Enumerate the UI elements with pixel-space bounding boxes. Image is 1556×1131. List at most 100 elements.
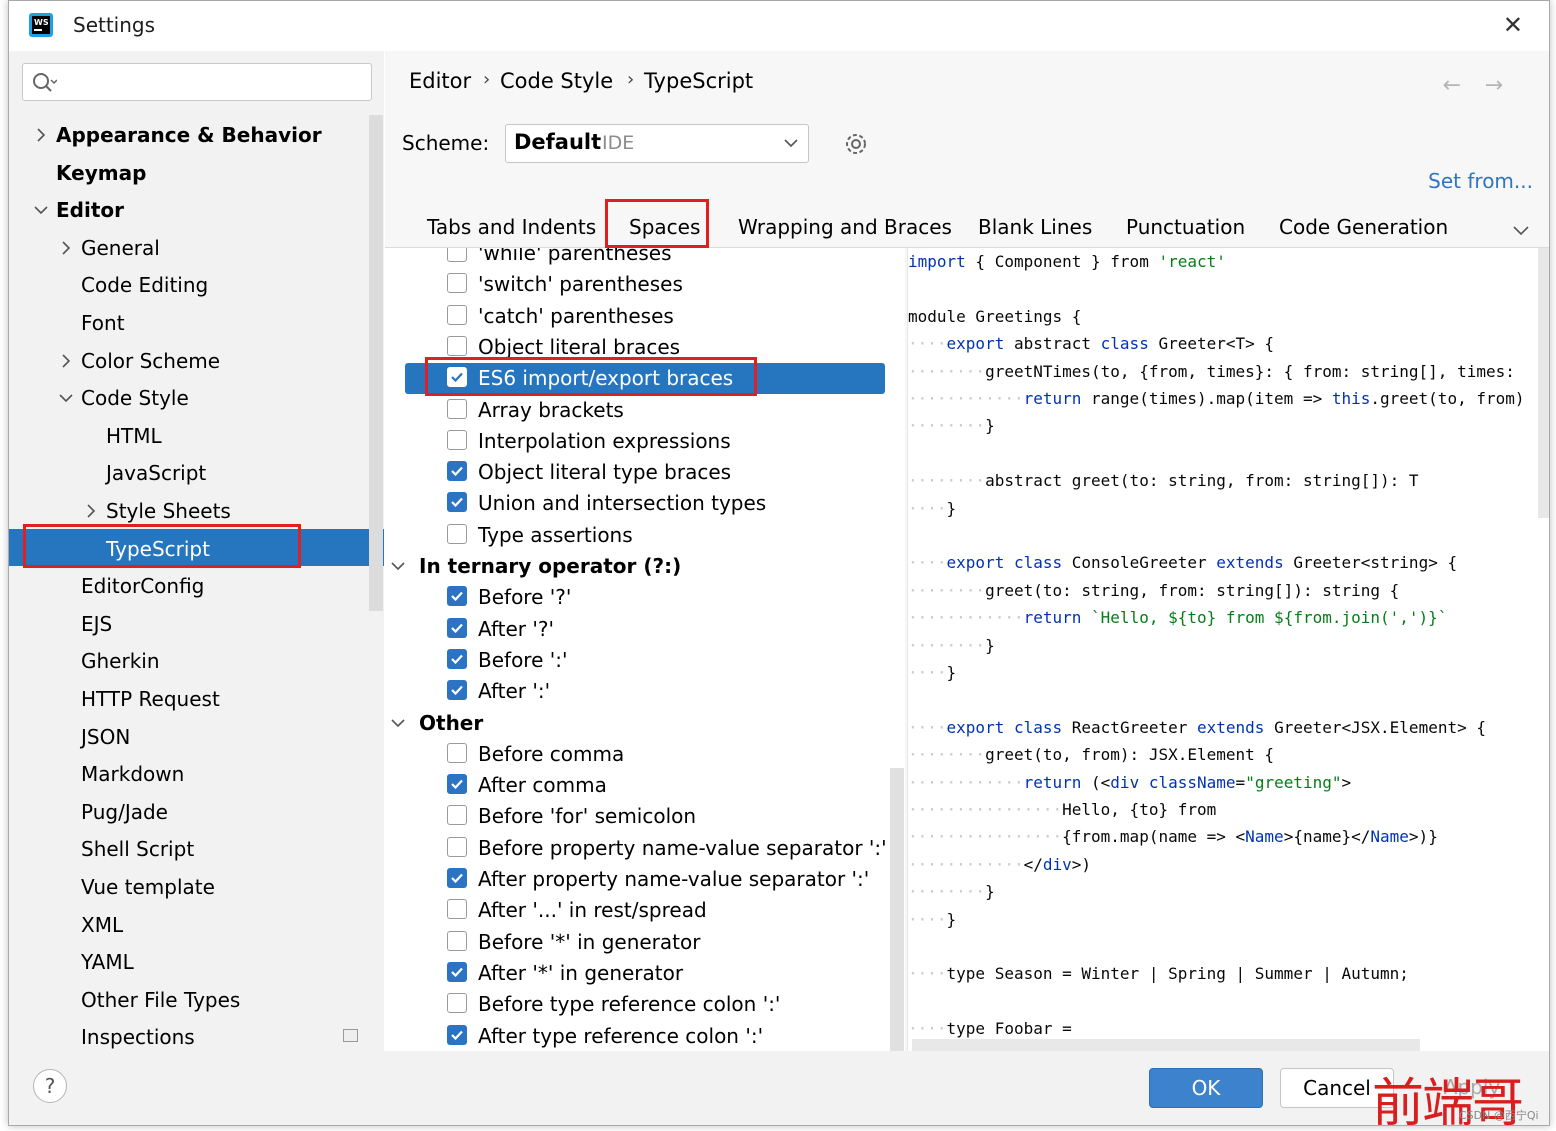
sidebar-item-http-request[interactable]: HTTP Request	[81, 681, 220, 717]
checkbox-checked[interactable]	[447, 961, 467, 982]
chevron-down-icon[interactable]	[391, 716, 405, 730]
checkbox-unchecked[interactable]	[447, 523, 467, 544]
checkbox-checked[interactable]	[447, 648, 467, 669]
chevron-right-icon[interactable]	[59, 354, 73, 368]
back-arrow-icon[interactable]: ←	[1443, 73, 1461, 98]
sidebar-item-shell-script[interactable]: Shell Script	[81, 831, 194, 867]
checkbox-unchecked[interactable]	[447, 930, 467, 951]
option-row[interactable]: 'switch' parentheses	[385, 269, 895, 300]
preview-vertical-scrollbar[interactable]	[1538, 248, 1549, 518]
option-row[interactable]: Before ':'	[385, 645, 895, 676]
option-row[interactable]: Interpolation expressions	[385, 426, 895, 457]
sidebar-item-typescript[interactable]: TypeScript	[106, 531, 210, 567]
search-input[interactable]	[22, 63, 372, 101]
checkbox-checked[interactable]	[447, 774, 467, 795]
sidebar-item-color-scheme[interactable]: Color Scheme	[62, 343, 220, 379]
sidebar-item-other-file-types[interactable]: Other File Types	[81, 982, 240, 1018]
checkbox-unchecked[interactable]	[447, 993, 467, 1014]
option-group-header[interactable]: Other	[385, 708, 885, 739]
checkbox-unchecked[interactable]	[447, 742, 467, 763]
option-row[interactable]: Before 'for' semicolon	[385, 801, 895, 832]
option-row[interactable]: Before '*' in generator	[385, 927, 895, 958]
checkbox-checked[interactable]	[447, 586, 467, 607]
checkbox-unchecked[interactable]	[447, 273, 467, 294]
sidebar-item-gherkin[interactable]: Gherkin	[81, 643, 160, 679]
sidebar-item-code-editing[interactable]: Code Editing	[81, 267, 208, 303]
sidebar-item-html[interactable]: HTML	[106, 418, 162, 454]
option-row[interactable]: After '?'	[385, 614, 895, 645]
checkbox-checked[interactable]	[447, 492, 467, 513]
checkbox-unchecked[interactable]	[447, 304, 467, 325]
sidebar-item-json[interactable]: JSON	[81, 719, 130, 755]
checkbox-checked[interactable]	[447, 461, 467, 482]
checkbox-unchecked[interactable]	[447, 805, 467, 826]
breadcrumb-code-style[interactable]: Code Style	[500, 69, 613, 93]
option-row[interactable]: Before comma	[385, 739, 895, 770]
sidebar-item-code-style[interactable]: Code Style	[59, 380, 189, 416]
checkbox-unchecked[interactable]	[447, 836, 467, 857]
sidebar-scrollbar[interactable]	[369, 115, 383, 611]
option-row[interactable]: After '...' in rest/spread	[385, 895, 895, 926]
sidebar-item-pug-jade[interactable]: Pug/Jade	[81, 794, 168, 830]
option-row[interactable]: Before type reference colon ':'	[385, 989, 895, 1020]
sidebar-item-general[interactable]: General	[62, 230, 160, 266]
option-row[interactable]: Union and intersection types	[385, 488, 895, 519]
option-row[interactable]: Type assertions	[385, 520, 895, 551]
sidebar-item-appearance-behavior[interactable]: Appearance & Behavior	[37, 117, 322, 153]
tab-punctuation[interactable]: Punctuation	[1126, 215, 1245, 239]
sidebar-item-font[interactable]: Font	[81, 305, 125, 341]
option-row[interactable]: Object literal braces	[385, 332, 895, 363]
set-from-link[interactable]: Set from...	[1428, 169, 1533, 193]
checkbox-unchecked[interactable]	[447, 429, 467, 450]
tab-blank-lines[interactable]: Blank Lines	[978, 215, 1092, 239]
option-row[interactable]: 'catch' parentheses	[385, 301, 895, 332]
option-row[interactable]: Before '?'	[385, 582, 895, 613]
option-row[interactable]: After comma	[385, 770, 895, 801]
option-row[interactable]: Array brackets	[385, 395, 895, 426]
checkbox-checked[interactable]	[447, 367, 467, 388]
sidebar-item-javascript[interactable]: JavaScript	[106, 455, 206, 491]
option-group-header[interactable]: In ternary operator (?:)	[385, 551, 885, 582]
sidebar-item-xml[interactable]: XML	[81, 907, 123, 943]
checkbox-unchecked[interactable]	[447, 335, 467, 356]
help-icon[interactable]: ?	[33, 1069, 67, 1103]
tab-tabs-and-indents[interactable]: Tabs and Indents	[427, 215, 596, 239]
sidebar-item-markdown[interactable]: Markdown	[81, 756, 184, 792]
sidebar-item-yaml[interactable]: YAML	[81, 944, 134, 980]
option-row[interactable]: 'while' parentheses	[385, 248, 895, 269]
sidebar-item-inspections[interactable]: Inspections	[81, 1019, 195, 1055]
option-row[interactable]: Object literal type braces	[385, 457, 895, 488]
chevron-down-icon[interactable]	[34, 203, 48, 217]
option-row[interactable]: After type reference colon ':'	[385, 1021, 895, 1052]
tab-code-generation[interactable]: Code Generation	[1279, 215, 1448, 239]
sidebar-item-ejs[interactable]: EJS	[81, 606, 112, 642]
close-icon[interactable]: ✕	[1503, 11, 1523, 39]
sidebar-item-style-sheets[interactable]: Style Sheets	[87, 493, 231, 529]
chevron-down-icon[interactable]	[1513, 223, 1529, 237]
option-row[interactable]: After property name-value separator ':'	[385, 864, 895, 895]
sidebar-item-editor[interactable]: Editor	[34, 192, 124, 228]
tab-wrapping-and-braces[interactable]: Wrapping and Braces	[738, 215, 952, 239]
ok-button[interactable]: OK	[1149, 1068, 1263, 1108]
checkbox-checked[interactable]	[447, 617, 467, 638]
checkbox-unchecked[interactable]	[447, 398, 467, 419]
chevron-right-icon[interactable]	[59, 241, 73, 255]
forward-arrow-icon[interactable]: →	[1485, 73, 1503, 98]
sidebar-item-editorconfig[interactable]: EditorConfig	[81, 568, 204, 604]
option-row[interactable]: After '*' in generator	[385, 958, 895, 989]
gear-icon[interactable]	[843, 131, 869, 157]
chevron-right-icon[interactable]	[84, 504, 98, 518]
checkbox-unchecked[interactable]	[447, 248, 467, 262]
chevron-right-icon[interactable]	[34, 128, 48, 142]
option-row[interactable]: After ':'	[385, 676, 895, 707]
option-row[interactable]: Before property name-value separator ':'	[385, 833, 895, 864]
sidebar-item-vue-template[interactable]: Vue template	[81, 869, 215, 905]
tab-spaces[interactable]: Spaces	[629, 215, 700, 239]
checkbox-checked[interactable]	[447, 868, 467, 888]
checkbox-unchecked[interactable]	[447, 899, 467, 920]
scheme-dropdown[interactable]: Default IDE	[505, 124, 809, 163]
breadcrumb-editor[interactable]: Editor	[409, 69, 471, 93]
checkbox-checked[interactable]	[447, 1024, 467, 1045]
checkbox-checked[interactable]	[447, 680, 467, 701]
chevron-down-icon[interactable]	[391, 559, 405, 573]
